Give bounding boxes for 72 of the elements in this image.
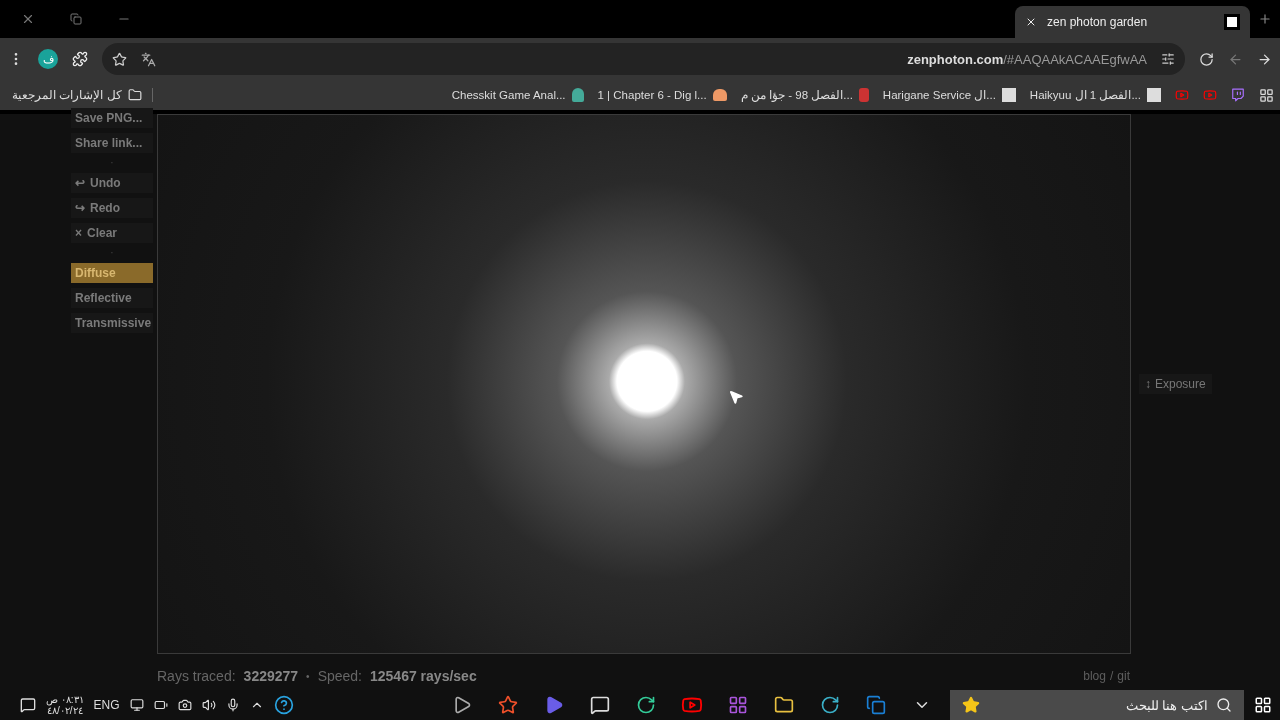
sidebar-button[interactable]: × Clear — [71, 223, 153, 243]
sidebar-button[interactable]: ↪ Redo — [71, 198, 153, 218]
video-play-icon — [1175, 88, 1189, 102]
notification-icon[interactable] — [20, 697, 36, 713]
git-link[interactable]: git — [1117, 669, 1130, 683]
browser-tab[interactable]: zen photon garden — [1015, 6, 1250, 38]
bookmarks-link[interactable]: كل الإشارات المرجعية — [12, 88, 122, 102]
separator-dot: · — [109, 158, 115, 168]
material-button[interactable]: Reflective — [71, 288, 153, 308]
sparkle-icon — [962, 696, 980, 714]
speed-value: 125467 rays/sec — [370, 668, 477, 684]
forward-icon[interactable] — [1257, 51, 1272, 67]
language-indicator[interactable]: ENG — [93, 698, 120, 712]
site-settings-icon[interactable] — [1161, 52, 1175, 66]
slash-text: / — [1109, 669, 1114, 683]
close-icon[interactable] — [21, 12, 35, 26]
search-icon — [1216, 697, 1232, 713]
address-bar[interactable]: zenphoton.com/#AAQAAkACAAEgfwAA — [102, 43, 1185, 75]
cursor-icon — [728, 389, 744, 405]
star-icon[interactable] — [112, 51, 127, 67]
office-app-icon[interactable] — [728, 695, 748, 715]
puzzle-icon[interactable] — [72, 51, 88, 67]
speed-label: Speed: — [317, 668, 362, 684]
sidebar-button[interactable]: Save PNG... — [71, 108, 153, 128]
bookmark-link[interactable]: Harigane Service ال... — [882, 88, 996, 102]
camera-icon[interactable] — [177, 698, 192, 712]
material-button[interactable]: Transmissive — [71, 313, 153, 333]
favicon-icon — [1224, 14, 1240, 30]
bookmark-link[interactable]: Chesskit Game Anal... — [451, 89, 566, 101]
clock[interactable]: ٠٨:٣١ ص ٤٨/٠٢/٢٤ — [46, 694, 84, 716]
exposure-button[interactable]: ↕ Exposure — [1139, 374, 1212, 394]
chat-app-icon[interactable] — [590, 695, 610, 715]
bookmark-favicon — [858, 88, 869, 102]
windows-start-icon[interactable] — [1254, 696, 1272, 714]
back-icon[interactable] — [1228, 51, 1243, 67]
volume-icon[interactable] — [201, 698, 216, 712]
new-tab-icon[interactable] — [1258, 12, 1272, 26]
twitch-icon — [1231, 88, 1245, 102]
bookmark-link[interactable]: الفصل 98 - جؤا من م... — [740, 88, 853, 102]
url-text: zenphoton.com/#AAQAAkACAAEgfwAA — [907, 51, 1147, 67]
light-render[interactable] — [157, 114, 1131, 654]
folder-icon — [127, 88, 142, 102]
sidebar-button[interactable]: Share link... — [71, 133, 153, 153]
bookmark-favicon — [1147, 88, 1161, 102]
apps-icon[interactable] — [1259, 87, 1274, 103]
restore-icon[interactable] — [70, 13, 82, 25]
video-play-icon — [1203, 88, 1217, 102]
separator-dot: · — [109, 248, 115, 258]
folder-icon[interactable] — [774, 695, 794, 715]
rays-label: Rays traced: — [157, 668, 236, 684]
battery-icon[interactable] — [153, 698, 168, 712]
bookmark-favicon — [1001, 88, 1016, 102]
help-icon[interactable] — [273, 695, 294, 715]
blog-link[interactable]: blog — [1083, 669, 1106, 683]
translate-icon[interactable] — [141, 51, 156, 67]
monitor-icon[interactable] — [129, 698, 144, 712]
reload-icon[interactable] — [1199, 51, 1214, 67]
media-app-icon[interactable] — [452, 695, 472, 715]
bookmark-favicon — [571, 88, 584, 102]
bookmark-favicon — [712, 89, 727, 101]
separator-dot: • — [306, 670, 310, 682]
close-icon[interactable] — [1025, 16, 1037, 28]
microphone-icon[interactable] — [225, 698, 240, 712]
search-field[interactable]: اكتب هنا للبحث — [950, 690, 1244, 720]
bookmark-link[interactable]: Haikyuu الفصل 1 ال... — [1029, 88, 1141, 102]
bookmark-link[interactable]: 1 | Chapter 6 - Dig l... — [597, 89, 707, 101]
material-button[interactable]: Diffuse — [71, 263, 153, 283]
diamond-play-icon[interactable] — [544, 695, 564, 715]
sidebar-button[interactable]: ↩ Undo — [71, 173, 153, 193]
rays-value: 3229277 — [243, 668, 299, 684]
profile-avatar[interactable]: ف — [38, 49, 58, 69]
tab-title: zen photon garden — [1047, 15, 1149, 29]
